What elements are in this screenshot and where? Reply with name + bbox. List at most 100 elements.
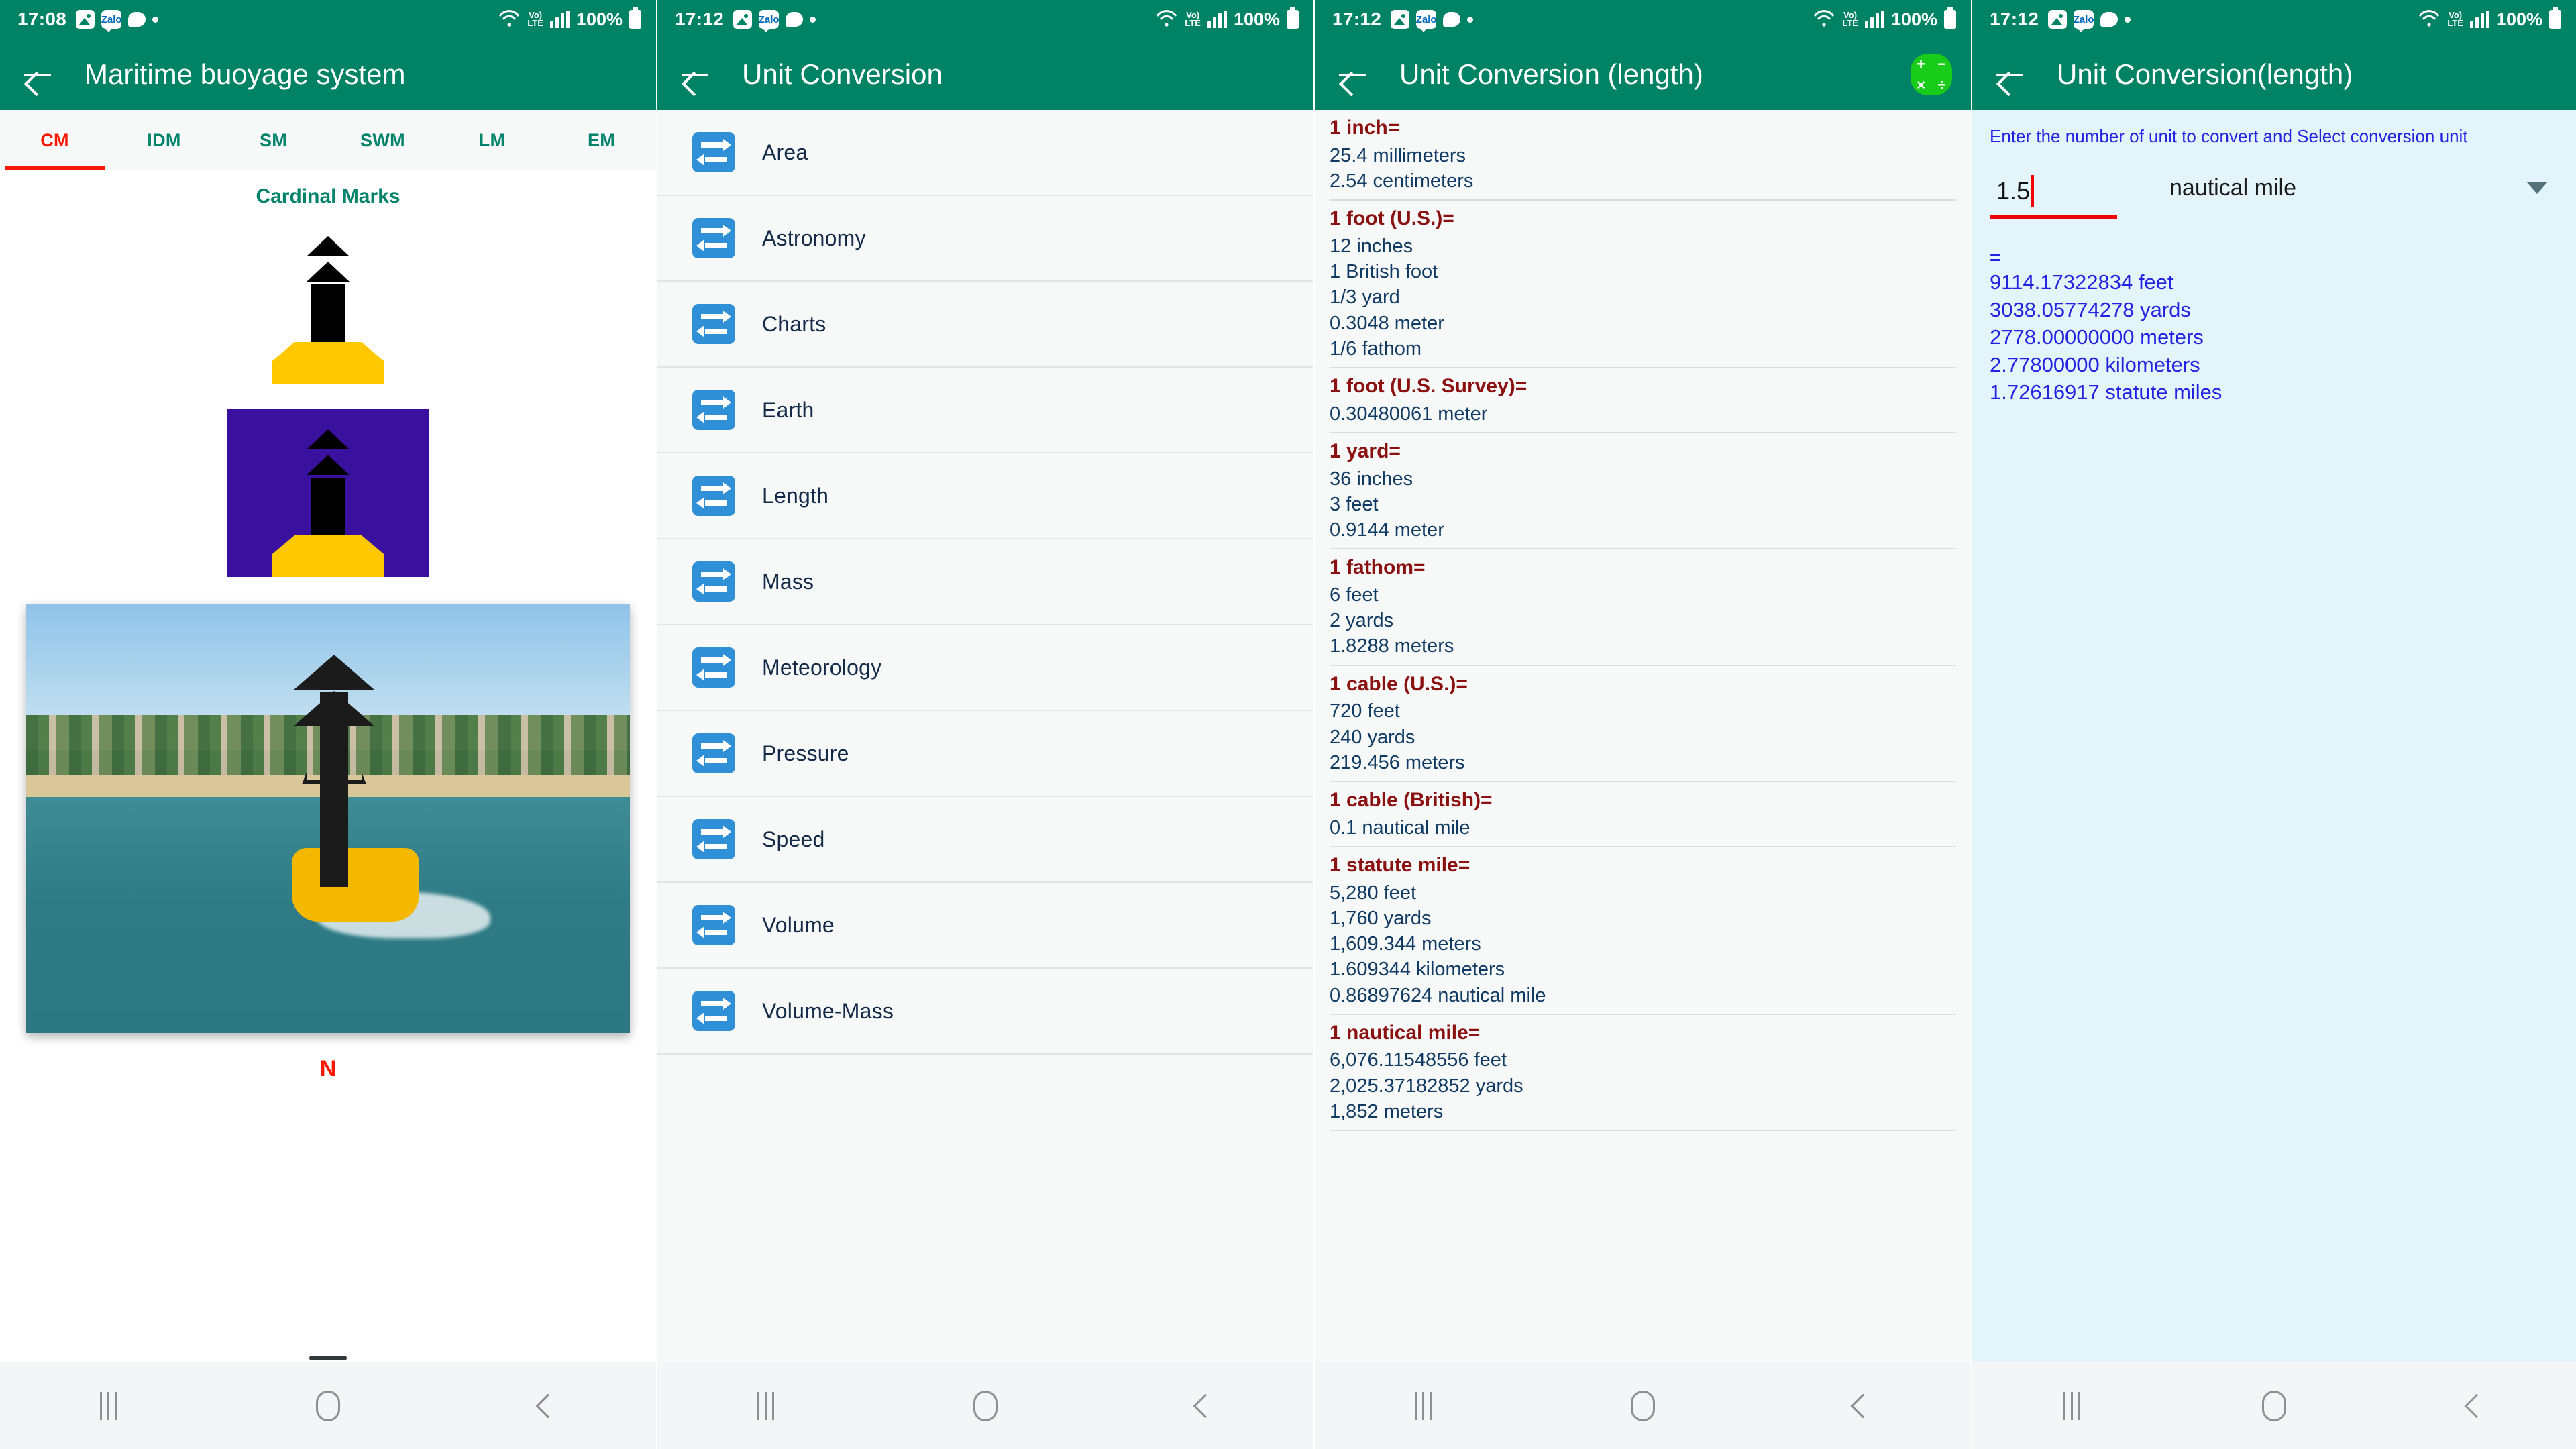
back-arrow-icon[interactable] (1992, 56, 2029, 93)
home-icon[interactable] (2261, 1390, 2286, 1421)
reference-head: 1 foot (U.S. Survey)= (1330, 375, 1527, 398)
back-icon[interactable] (1193, 1393, 1218, 1418)
result-line-kilometers: 2.77800000 kilometers (1990, 353, 2200, 377)
list-item-charts[interactable]: Charts (657, 282, 1313, 368)
reference-line: 2 yards (1330, 610, 1394, 632)
buoy-photograph (26, 604, 630, 1033)
multiply-icon: × (1917, 76, 1925, 93)
app-bar: Maritime buoyage system (0, 39, 656, 110)
unit-dropdown[interactable]: nautical mile (2169, 175, 2560, 201)
back-arrow-icon[interactable] (678, 56, 714, 93)
tab-sm[interactable]: SM (219, 130, 328, 151)
photos-icon (1391, 10, 1410, 29)
list-item-meteorology[interactable]: Meteorology (657, 625, 1313, 711)
quantity-input[interactable]: 1.5 (1990, 174, 2117, 219)
photos-icon (733, 10, 753, 29)
status-system-icons: Vo) LTE 100% (2418, 7, 2561, 30)
topmark-cone-lower-icon (307, 262, 350, 282)
swap-arrows-icon (692, 733, 735, 773)
mark-direction-label: N (319, 1056, 337, 1081)
swap-arrows-icon (692, 132, 735, 172)
length-reference-list[interactable]: 1 inch= 25.4 millimeters 2.54 centimeter… (1315, 110, 1971, 1362)
quantity-value: 1.5 (1996, 176, 2031, 205)
zalo-icon: Zalo (1416, 10, 1437, 32)
system-nav-bar (1315, 1362, 1971, 1449)
recents-icon[interactable] (99, 1391, 117, 1420)
reference-line: 1,852 meters (1330, 1100, 1444, 1122)
reference-line: 2,025.37182852 yards (1330, 1075, 1523, 1097)
battery-icon (629, 7, 641, 29)
dot-icon (2125, 16, 2131, 23)
page-title: Maritime buoyage system (85, 58, 406, 90)
list-item-volume-mass[interactable]: Volume-Mass (657, 969, 1313, 1055)
list-item-label: Length (762, 483, 829, 508)
buoy-stem-night (311, 478, 345, 535)
reference-head: 1 fathom= (1330, 556, 1426, 579)
reference-line: 5,280 feet (1330, 881, 1416, 904)
status-time: 17:12 (675, 9, 724, 30)
reference-group-foot-survey: 1 foot (U.S. Survey)= 0.30480061 meter (1330, 368, 1956, 433)
list-item-speed[interactable]: Speed (657, 797, 1313, 883)
topmark-cone-upper-icon (307, 236, 350, 256)
tab-lm[interactable]: LM (437, 130, 547, 151)
back-icon[interactable] (2464, 1393, 2489, 1418)
recents-icon[interactable] (757, 1391, 774, 1420)
topmark-cone-upper-icon-night (307, 429, 350, 449)
equals-sign: = (1990, 246, 2001, 268)
calculator-button[interactable]: + − × ÷ (1911, 54, 1952, 95)
list-item-area[interactable]: Area (657, 110, 1313, 196)
wifi-icon (2418, 10, 2440, 29)
swap-arrows-icon (692, 647, 735, 688)
list-item-pressure[interactable]: Pressure (657, 711, 1313, 797)
reference-group-cable-us: 1 cable (U.S.)= 720 feet 240 yards 219.4… (1330, 666, 1956, 783)
home-icon[interactable] (315, 1390, 340, 1421)
back-icon[interactable] (1850, 1393, 1875, 1418)
battery-percent: 100% (576, 9, 623, 30)
signal-icon (1207, 11, 1227, 28)
wifi-icon (1813, 10, 1835, 29)
swap-arrows-icon (692, 905, 735, 945)
zalo-icon: Zalo (2074, 10, 2094, 32)
battery-percent: 100% (1890, 9, 1937, 30)
status-bar: 17:08 Zalo Vo) LTE 100% (0, 0, 656, 39)
recents-icon[interactable] (1414, 1391, 1432, 1420)
back-arrow-icon[interactable] (1335, 56, 1371, 93)
list-item-mass[interactable]: Mass (657, 539, 1313, 625)
chat-icon (1443, 12, 1461, 27)
back-icon[interactable] (535, 1393, 560, 1418)
back-arrow-icon[interactable] (20, 56, 56, 93)
buoy-stem (311, 284, 345, 342)
north-cardinal-mark-diagram-night (227, 409, 429, 577)
home-icon[interactable] (1630, 1390, 1655, 1421)
recents-icon[interactable] (2063, 1391, 2080, 1420)
result-line-feet: 9114.17322834 feet (1990, 270, 2174, 294)
conversion-category-list[interactable]: Area Astronomy Charts Earth Length Mass (657, 110, 1313, 1362)
minus-icon: − (1937, 55, 1946, 72)
panel-length-reference: 17:12 Zalo Vo) LTE 100% Unit Conversion (… (1315, 0, 1972, 1449)
zalo-icon: Zalo (759, 10, 780, 32)
list-item-volume[interactable]: Volume (657, 883, 1313, 969)
tab-swm[interactable]: SWM (328, 130, 437, 151)
status-notification-icons: Zalo (733, 10, 816, 32)
unit-dropdown-value: nautical mile (2169, 174, 2296, 201)
signal-icon (2469, 11, 2489, 28)
tab-em[interactable]: EM (547, 130, 656, 151)
reference-line: 2.54 centimeters (1330, 170, 1474, 192)
battery-icon (2549, 7, 2561, 29)
panel-length-converter: 17:12 Zalo Vo) LTE 100% Unit Conversion(l… (1972, 0, 2576, 1449)
page-title: Unit Conversion (length) (1399, 58, 1703, 90)
chat-icon (2100, 12, 2118, 27)
home-icon[interactable] (973, 1390, 998, 1421)
reference-line: 1,760 yards (1330, 907, 1432, 929)
reference-group-foot-us: 1 foot (U.S.)= 12 inches 1 British foot … (1330, 201, 1956, 369)
reference-line: 0.3048 meter (1330, 312, 1444, 334)
list-item-astronomy[interactable]: Astronomy (657, 196, 1313, 282)
reference-head: 1 inch= (1330, 117, 1400, 139)
tab-idm[interactable]: IDM (109, 130, 219, 151)
status-bar: 17:12 Zalo Vo) LTE 100% (657, 0, 1313, 39)
battery-percent: 100% (2496, 9, 2542, 30)
signal-icon (549, 11, 570, 28)
list-item-length[interactable]: Length (657, 453, 1313, 539)
list-item-earth[interactable]: Earth (657, 368, 1313, 453)
tab-cm[interactable]: CM (0, 130, 109, 151)
